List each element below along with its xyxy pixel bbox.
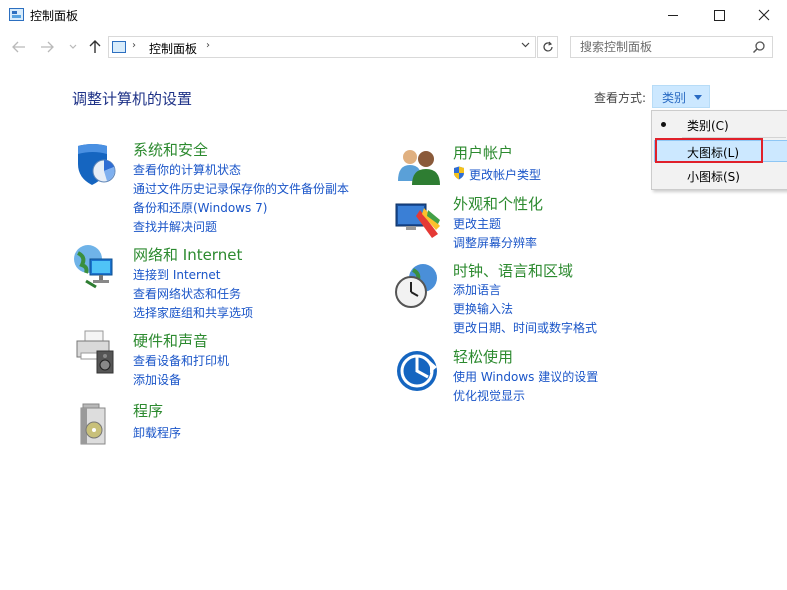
control-panel-icon xyxy=(112,41,126,53)
minimize-button[interactable] xyxy=(650,0,696,30)
link-change-account-type[interactable]: 更改帐户类型 xyxy=(469,166,541,183)
page-title: 调整计算机的设置 xyxy=(72,90,193,108)
link-file-history-backup[interactable]: 通过文件历史记录保存你的文件备份副本 xyxy=(133,180,349,197)
window-title: 控制面板 xyxy=(30,9,79,23)
chevron-down-icon xyxy=(69,44,77,49)
minimize-icon xyxy=(668,14,678,16)
title-bar: 控制面板 xyxy=(0,0,787,30)
link-uninstall-program[interactable]: 卸载程序 xyxy=(133,424,181,441)
link-backup-restore[interactable]: 备份和还原(Windows 7) xyxy=(133,199,267,216)
uac-shield-icon xyxy=(453,166,465,180)
forward-button[interactable] xyxy=(37,36,57,58)
category-title-ease-of-access[interactable]: 轻松使用 xyxy=(453,346,513,367)
chevron-down-icon xyxy=(521,42,530,48)
link-add-language[interactable]: 添加语言 xyxy=(453,281,501,298)
arrow-right-icon xyxy=(41,41,54,53)
shield-icon[interactable] xyxy=(73,140,121,188)
chevron-down-icon xyxy=(694,95,702,100)
link-homegroup-sharing[interactable]: 选择家庭组和共享选项 xyxy=(133,304,253,321)
chevron-right-icon[interactable]: › xyxy=(132,40,136,51)
link-change-date-time-format[interactable]: 更改日期、时间或数字格式 xyxy=(453,319,597,336)
monitor-palette-icon[interactable] xyxy=(394,196,442,244)
annotation-highlight-box xyxy=(655,138,763,163)
link-troubleshoot[interactable]: 查找并解决问题 xyxy=(133,218,217,235)
category-title-system-security[interactable]: 系统和安全 xyxy=(133,139,208,160)
clock-globe-icon[interactable] xyxy=(393,262,441,310)
link-connect-internet[interactable]: 连接到 Internet xyxy=(133,266,220,283)
category-title-clock-language-region[interactable]: 时钟、语言和区域 xyxy=(453,260,573,281)
menu-item-small-icons[interactable]: 小图标(S) xyxy=(653,164,787,186)
link-adjust-resolution[interactable]: 调整屏幕分辨率 xyxy=(453,234,537,251)
network-globe-icon[interactable] xyxy=(72,243,120,291)
search-icon[interactable] xyxy=(752,40,766,54)
printer-speaker-icon[interactable] xyxy=(73,329,121,377)
up-button[interactable] xyxy=(85,36,105,58)
view-by-value: 类别 xyxy=(662,91,687,105)
category-title-programs[interactable]: 程序 xyxy=(133,400,163,421)
link-change-input-method[interactable]: 更换输入法 xyxy=(453,300,513,317)
address-dropdown-button[interactable] xyxy=(521,41,530,51)
menu-item-label: 小图标(S) xyxy=(687,170,740,184)
close-button[interactable] xyxy=(741,0,787,30)
control-panel-icon xyxy=(9,8,24,21)
link-network-status[interactable]: 查看网络状态和任务 xyxy=(133,285,241,302)
arrow-up-icon xyxy=(89,40,101,53)
category-title-hardware-sound[interactable]: 硬件和声音 xyxy=(133,330,208,351)
programs-disc-icon[interactable] xyxy=(77,400,125,448)
arrow-left-icon xyxy=(12,41,25,53)
refresh-icon xyxy=(542,41,553,52)
link-add-device[interactable]: 添加设备 xyxy=(133,371,181,388)
recent-locations-button[interactable] xyxy=(63,36,83,58)
category-title-network-internet[interactable]: 网络和 Internet xyxy=(133,244,242,265)
menu-item-label: 类别(C) xyxy=(687,119,729,133)
breadcrumb-control-panel[interactable]: 控制面板 xyxy=(149,40,197,57)
search-input[interactable] xyxy=(571,37,750,57)
ease-of-access-icon[interactable] xyxy=(395,349,443,397)
menu-item-category[interactable]: 类别(C) xyxy=(653,113,787,135)
category-title-user-accounts[interactable]: 用户帐户 xyxy=(453,142,513,163)
refresh-button[interactable] xyxy=(537,36,558,58)
link-recommended-settings[interactable]: 使用 Windows 建议的设置 xyxy=(453,368,598,385)
view-by-label: 查看方式: xyxy=(594,91,647,105)
close-icon xyxy=(758,9,770,21)
address-bar[interactable]: › 控制面板 › xyxy=(108,36,536,58)
search-box[interactable] xyxy=(570,36,773,58)
selected-bullet-icon xyxy=(661,122,666,127)
link-change-theme[interactable]: 更改主题 xyxy=(453,215,501,232)
users-icon[interactable] xyxy=(396,143,444,191)
link-optimize-visual-display[interactable]: 优化视觉显示 xyxy=(453,387,525,404)
view-by-dropdown[interactable]: 类别 xyxy=(652,85,710,108)
chevron-right-icon[interactable]: › xyxy=(206,40,210,51)
maximize-button[interactable] xyxy=(696,0,742,30)
link-view-computer-status[interactable]: 查看你的计算机状态 xyxy=(133,161,241,178)
category-title-appearance-personalization[interactable]: 外观和个性化 xyxy=(453,193,543,214)
back-button[interactable] xyxy=(9,36,29,58)
link-devices-printers[interactable]: 查看设备和打印机 xyxy=(133,352,229,369)
maximize-icon xyxy=(713,9,725,21)
